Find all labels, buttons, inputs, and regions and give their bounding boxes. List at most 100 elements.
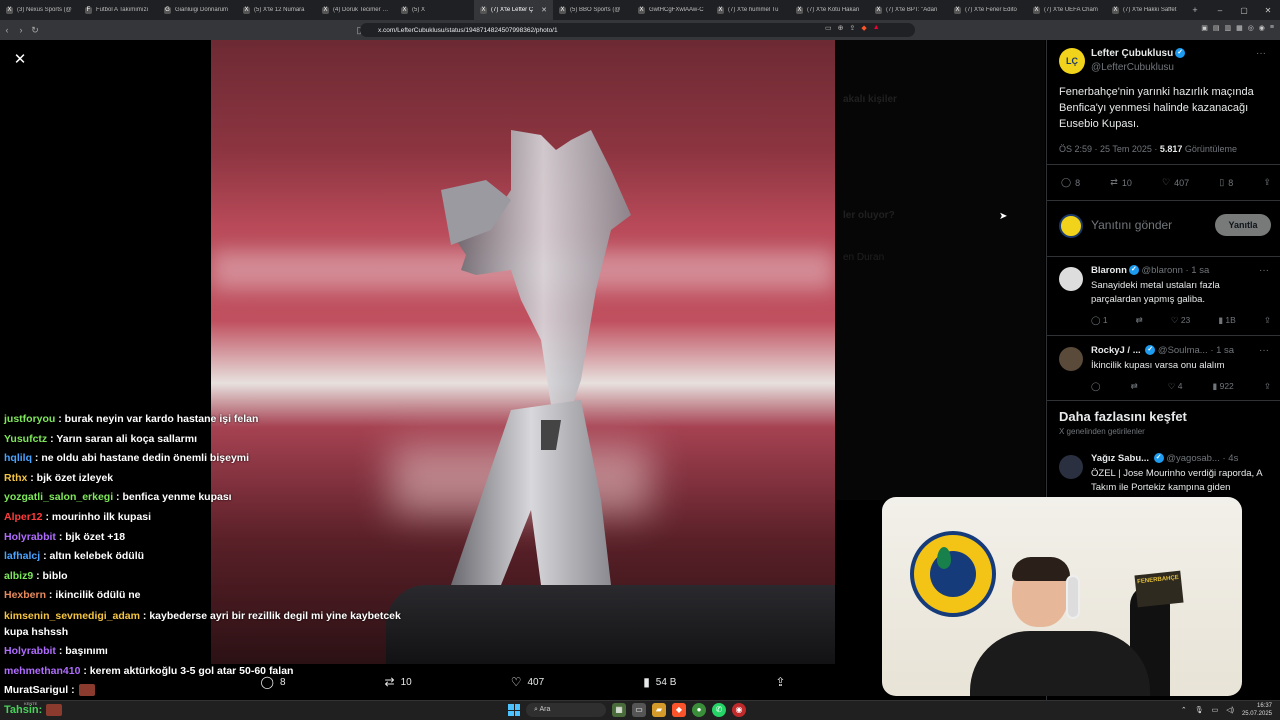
browser-tab[interactable]: X (7) X'te hummel Tu: [711, 0, 790, 20]
back-icon[interactable]: ‹: [0, 25, 14, 35]
chat-text: :: [68, 684, 75, 697]
browser-tab[interactable]: X (7) X'te Kötü Hakan: [790, 0, 869, 20]
tweet-bookmark-button[interactable]: ▯ 8: [1219, 177, 1233, 188]
brave-shield-icon[interactable]: ◆: [861, 24, 866, 32]
chat-message: Hexbern : ikincilik ödülü ne: [4, 586, 414, 606]
microphone-icon[interactable]: 🎙: [1195, 706, 1204, 714]
reply-author[interactable]: Blaronn: [1091, 265, 1127, 276]
maximize-icon[interactable]: ▢: [1232, 6, 1256, 15]
tweet-share-button[interactable]: ⇪: [1263, 177, 1271, 188]
chat-username[interactable]: Rthx: [4, 472, 27, 484]
leo-icon[interactable]: ◎: [1248, 24, 1254, 32]
obs-icon[interactable]: ◉: [732, 703, 746, 717]
reply-like-button[interactable]: ♡ 4: [1168, 381, 1183, 392]
brave-browser-icon[interactable]: ◆: [672, 703, 686, 717]
author-name[interactable]: Lefter Çubuklusu ✓: [1091, 48, 1186, 59]
reply-share-button[interactable]: ⇪: [1264, 381, 1271, 392]
chat-username[interactable]: Holyrabbit: [4, 531, 56, 543]
task-view-icon[interactable]: ▭: [632, 703, 646, 717]
browser-tab[interactable]: X (4) Doruk Tecimer (@: [316, 0, 395, 20]
like-button[interactable]: ♡ 407: [511, 675, 544, 689]
reply-share-button[interactable]: ⇪: [1264, 315, 1271, 326]
network-icon[interactable]: ▭: [1212, 706, 1219, 714]
vpn-icon[interactable]: ▥: [1224, 24, 1231, 32]
browser-tab[interactable]: X (5) X: [395, 0, 474, 20]
browser-tab[interactable]: X GwtHCgFXwlAAw-C: [632, 0, 711, 20]
reply-repost-button[interactable]: ⇄: [1136, 315, 1143, 326]
browser-tab[interactable]: X (7) X'te Hakkı Saffet: [1106, 0, 1185, 20]
system-clock[interactable]: 16:37 25.07.2025: [1242, 702, 1272, 718]
reply-repost-button[interactable]: ⇄: [1131, 381, 1138, 392]
more-options-icon[interactable]: ···: [1259, 345, 1269, 356]
volume-icon[interactable]: ◁): [1226, 706, 1234, 714]
reply-like-button[interactable]: ♡ 23: [1171, 315, 1190, 326]
share-icon[interactable]: ⇪: [850, 24, 856, 32]
reply-views[interactable]: ▮ 922: [1213, 381, 1234, 392]
browser-tab[interactable]: F Futbol A Takımımızı: [79, 0, 158, 20]
author-handle[interactable]: @LefterCubuklusu: [1091, 62, 1174, 73]
chat-username[interactable]: Holyrabbit: [4, 645, 56, 657]
wallet-icon[interactable]: ▦: [1236, 24, 1243, 32]
reply-author[interactable]: RockyJ / ...: [1091, 345, 1141, 356]
reload-icon[interactable]: ↻: [28, 25, 42, 36]
browser-tab[interactable]: X (3) Nexus Sports (@: [0, 0, 79, 20]
reply-submit-button[interactable]: Yanıtla: [1215, 214, 1271, 236]
widgets-icon[interactable]: ▦: [612, 703, 626, 717]
more-options-icon[interactable]: ···: [1256, 48, 1266, 59]
browser-tab[interactable]: X (5) BBO Sports (@: [553, 0, 632, 20]
browser-tab[interactable]: X (7) X'te Lefter Ç ✕: [474, 0, 553, 20]
chat-username[interactable]: justforyou: [4, 413, 55, 425]
forward-icon[interactable]: ›: [14, 25, 28, 35]
chat-username[interactable]: Hexbern: [4, 589, 46, 601]
reply-reply-button[interactable]: ◯: [1091, 381, 1101, 392]
chat-username[interactable]: Yusufctz: [4, 433, 47, 445]
chat-username[interactable]: albiz9: [4, 570, 33, 582]
browser-tab[interactable]: X (5) X'te 12 Numara: [237, 0, 316, 20]
browser-tab[interactable]: G Gianluigi Donnarum: [158, 0, 237, 20]
tweet-repost-button[interactable]: ⇄ 10: [1110, 177, 1132, 188]
share-button[interactable]: ⇪: [775, 675, 785, 689]
explore-avatar[interactable]: [1059, 455, 1083, 479]
reply-avatar[interactable]: [1059, 347, 1083, 371]
new-tab-button[interactable]: +: [1185, 5, 1205, 15]
tweet-time[interactable]: ÖS 2:59 · 25 Tem 2025 ·: [1059, 144, 1160, 154]
profile-icon[interactable]: ◉: [1259, 24, 1265, 32]
browser-tab[interactable]: X (7) X'te Fener Edito: [948, 0, 1027, 20]
tray-chevron-icon[interactable]: ⌃: [1181, 706, 1187, 714]
menu-icon[interactable]: ≡: [1270, 24, 1274, 32]
reply-reply-button[interactable]: ◯ 1: [1091, 315, 1108, 326]
extension-icon[interactable]: ▤: [1213, 24, 1220, 32]
whatsapp-icon[interactable]: ✆: [712, 703, 726, 717]
reply-views[interactable]: ▮ 1B: [1218, 315, 1235, 326]
more-options-icon[interactable]: ···: [1259, 265, 1269, 276]
close-tab-icon[interactable]: ✕: [541, 6, 547, 14]
browser-tab[interactable]: X (7) X'te UEFA Cham: [1027, 0, 1106, 20]
explore-author[interactable]: Yağız Sabu...: [1091, 453, 1149, 464]
close-window-icon[interactable]: ✕: [1256, 6, 1280, 15]
chat-username[interactable]: kimsenin_sevmedigi_adam: [4, 610, 140, 622]
cast-icon[interactable]: ▭: [825, 24, 832, 32]
sidebar-icon[interactable]: ▣: [1201, 24, 1208, 32]
tweet-reply-button[interactable]: ◯ 8: [1061, 177, 1080, 188]
chat-username[interactable]: mehmethan410: [4, 665, 80, 677]
chrome-icon[interactable]: ●: [692, 703, 706, 717]
chat-username[interactable]: MuratSarigul: [4, 684, 68, 696]
chat-username[interactable]: Alper12: [4, 511, 43, 523]
taskbar-search[interactable]: ⌕ Ara: [526, 703, 606, 717]
chat-username[interactable]: hqlilq: [4, 452, 32, 464]
chat-username[interactable]: yozgatli_salon_erkegi: [4, 491, 113, 503]
tweet-like-button[interactable]: ♡ 407: [1162, 177, 1189, 188]
windows-start-icon[interactable]: [508, 704, 520, 716]
rewards-icon[interactable]: ▲: [873, 24, 880, 32]
zoom-icon[interactable]: ⊕: [838, 24, 844, 32]
minimize-icon[interactable]: –: [1208, 6, 1232, 15]
chat-message: Holyrabbit : başınımı: [4, 642, 414, 662]
browser-tab[interactable]: X (7) X'te BPT: "Adan: [869, 0, 948, 20]
close-photo-button[interactable]: ✕: [12, 52, 28, 68]
reply-input[interactable]: Yanıtını gönder: [1091, 218, 1172, 232]
views-button[interactable]: ▮ 54 B: [643, 675, 676, 689]
file-explorer-icon[interactable]: ▰: [652, 703, 666, 717]
reply-avatar[interactable]: [1059, 267, 1083, 291]
chat-username[interactable]: lafhalcj: [4, 550, 40, 562]
author-avatar[interactable]: LÇ: [1059, 48, 1085, 74]
